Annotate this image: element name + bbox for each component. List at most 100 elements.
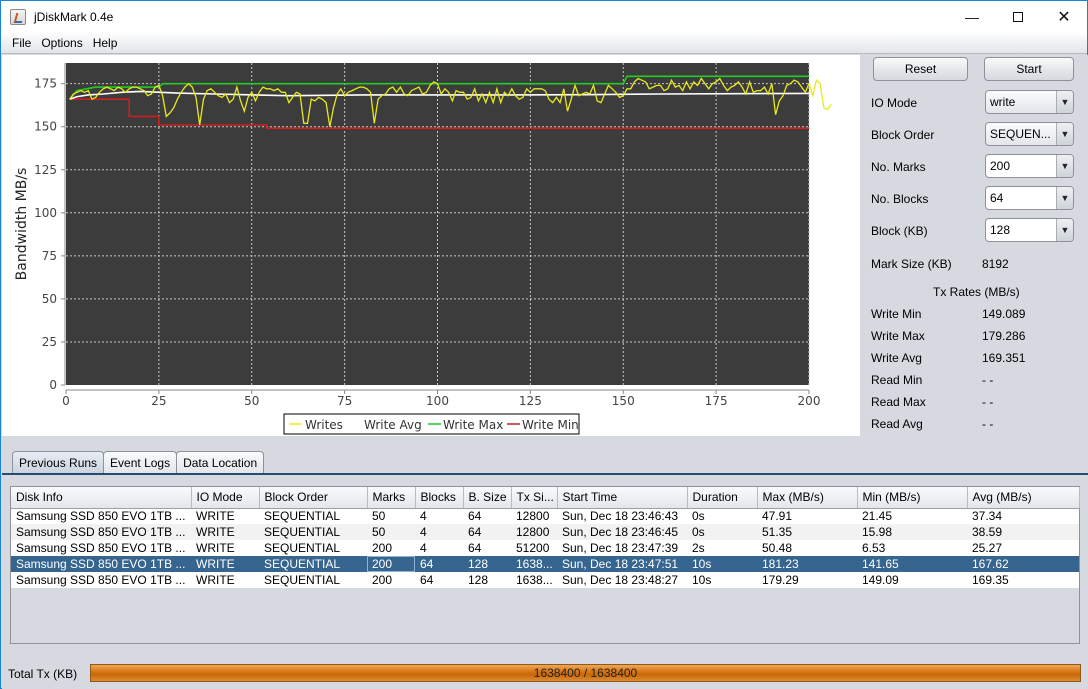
cell-tx-size: 51200 bbox=[511, 540, 557, 556]
col-tx-size[interactable]: Tx Si... bbox=[511, 487, 558, 509]
cell-min: 141.65 bbox=[857, 556, 967, 572]
read-avg-value: - - bbox=[982, 417, 994, 431]
cell-max: 47.91 bbox=[757, 508, 857, 524]
cell-marks: 200 bbox=[367, 556, 415, 572]
menu-options[interactable]: Options bbox=[36, 36, 87, 50]
cell-block-order: SEQUENTIAL bbox=[259, 556, 367, 572]
cell-avg: 167.62 bbox=[967, 556, 1079, 572]
cell-block-size: 64 bbox=[463, 540, 511, 556]
app-window: jDiskMark 0.4e — ✕ File Options Help 0 25… bbox=[0, 0, 1088, 689]
control-panel: Reset Start IO Mode write ▼ Block Order … bbox=[861, 55, 1088, 436]
no-blocks-value: 64 bbox=[990, 191, 1004, 205]
bottom-panel: Previous Runs Event Logs Data Location D… bbox=[2, 436, 1088, 689]
block-order-select[interactable]: SEQUEN... ▼ bbox=[985, 122, 1074, 146]
block-kb-select[interactable]: 128 ▼ bbox=[985, 218, 1074, 242]
col-max[interactable]: Max (MB/s) bbox=[757, 487, 858, 509]
io-mode-label: IO Mode bbox=[871, 96, 918, 110]
cell-blocks: 64 bbox=[415, 556, 463, 572]
x-tick-label: 50 bbox=[244, 394, 259, 408]
x-tick-label: 150 bbox=[612, 394, 635, 408]
tab-bar: Previous Runs Event Logs Data Location bbox=[12, 451, 265, 474]
cell-max: 50.48 bbox=[757, 540, 857, 556]
legend-avg: Write Avg bbox=[364, 418, 422, 432]
no-marks-select[interactable]: 200 ▼ bbox=[985, 154, 1074, 178]
start-button[interactable]: Start bbox=[984, 57, 1074, 81]
col-blocks[interactable]: Blocks bbox=[415, 487, 464, 509]
table-row[interactable]: Samsung SSD 850 EVO 1TB ... WRITE SEQUENTI… bbox=[11, 540, 1079, 556]
maximize-icon bbox=[1013, 11, 1023, 22]
cell-block-size: 128 bbox=[463, 572, 511, 588]
legend: Writes Write Avg Write Max Write Min bbox=[283, 413, 580, 435]
io-mode-select[interactable]: write ▼ bbox=[985, 90, 1074, 114]
y-axis-label: Bandwidth MB/s bbox=[14, 168, 30, 281]
close-button[interactable]: ✕ bbox=[1041, 1, 1087, 32]
cell-marks: 50 bbox=[367, 508, 415, 524]
mark-size-label: Mark Size (KB) bbox=[871, 257, 952, 271]
tab-data-location[interactable]: Data Location bbox=[176, 451, 265, 474]
table-row[interactable]: Samsung SSD 850 EVO 1TB ... WRITE SEQUENTI… bbox=[11, 572, 1079, 588]
cell-tx-size: 12800 bbox=[511, 508, 557, 524]
col-min[interactable]: Min (MB/s) bbox=[857, 487, 968, 509]
cell-disk-info: Samsung SSD 850 EVO 1TB ... bbox=[11, 508, 191, 524]
x-tick-label: 100 bbox=[426, 394, 449, 408]
y-tick-label: 175 bbox=[34, 77, 57, 91]
table-row[interactable]: Samsung SSD 850 EVO 1TB ... WRITE SEQUENTI… bbox=[11, 508, 1079, 524]
reset-button[interactable]: Reset bbox=[873, 57, 968, 81]
col-block-order[interactable]: Block Order bbox=[259, 487, 368, 509]
chevron-down-icon: ▼ bbox=[1056, 91, 1073, 113]
chevron-down-icon: ▼ bbox=[1056, 155, 1073, 177]
cell-marks: 200 bbox=[367, 540, 415, 556]
cell-block-size: 64 bbox=[463, 524, 511, 540]
minimize-button[interactable]: — bbox=[949, 1, 995, 32]
col-block-size[interactable]: B. Size bbox=[463, 487, 512, 509]
chart-svg: 0 25 50 75 100 125 150 175 200 0 25 50 75 100 125 150 17… bbox=[14, 63, 832, 435]
col-avg[interactable]: Avg (MB/s) bbox=[967, 487, 1080, 509]
cell-block-order: SEQUENTIAL bbox=[259, 572, 367, 588]
read-min-label: Read Min bbox=[871, 373, 923, 387]
write-avg-value: 169.351 bbox=[982, 351, 1026, 365]
cell-io-mode: WRITE bbox=[191, 540, 259, 556]
table-row[interactable]: Samsung SSD 850 EVO 1TB ... WRITE SEQUENTI… bbox=[11, 524, 1079, 540]
cell-disk-info: Samsung SSD 850 EVO 1TB ... bbox=[11, 572, 191, 588]
cell-duration: 10s bbox=[687, 556, 757, 572]
no-blocks-label: No. Blocks bbox=[871, 192, 929, 206]
tab-previous-runs[interactable]: Previous Runs bbox=[12, 451, 105, 474]
progress-text: 1638400 / 1638400 bbox=[533, 666, 638, 680]
no-blocks-select[interactable]: 64 ▼ bbox=[985, 186, 1074, 210]
cell-max: 181.23 bbox=[757, 556, 857, 572]
table-row[interactable]: Samsung SSD 850 EVO 1TB ... WRITE SEQUENTI… bbox=[11, 556, 1079, 572]
cell-io-mode: WRITE bbox=[191, 572, 259, 588]
menu-file[interactable]: File bbox=[7, 36, 36, 50]
cell-duration: 2s bbox=[687, 540, 757, 556]
tx-rates-title: Tx Rates (MB/s) bbox=[933, 285, 1020, 299]
tab-divider bbox=[2, 473, 1088, 475]
minimize-icon: — bbox=[965, 8, 979, 25]
cell-min: 149.09 bbox=[857, 572, 967, 588]
cell-duration: 0s bbox=[687, 524, 757, 540]
write-max-value: 179.286 bbox=[982, 329, 1026, 343]
y-tick-label: 25 bbox=[42, 335, 57, 349]
read-avg-label: Read Avg bbox=[871, 417, 923, 431]
maximize-button[interactable] bbox=[995, 1, 1041, 32]
y-tick-label: 75 bbox=[42, 249, 57, 263]
no-marks-label: No. Marks bbox=[871, 160, 926, 174]
write-min-label: Write Min bbox=[871, 307, 922, 321]
mark-size-value: 8192 bbox=[982, 257, 1009, 271]
cell-start-time: Sun, Dec 18 23:46:43 bbox=[557, 508, 687, 524]
read-max-value: - - bbox=[982, 395, 994, 409]
chevron-down-icon: ▼ bbox=[1056, 187, 1073, 209]
x-tick-label: 175 bbox=[705, 394, 728, 408]
cell-avg: 25.27 bbox=[967, 540, 1079, 556]
tab-event-logs[interactable]: Event Logs bbox=[103, 451, 178, 474]
menu-help[interactable]: Help bbox=[88, 36, 123, 50]
col-io-mode[interactable]: IO Mode bbox=[191, 487, 260, 509]
window-title: jDiskMark 0.4e bbox=[34, 9, 114, 24]
col-duration[interactable]: Duration bbox=[687, 487, 758, 509]
col-start-time[interactable]: Start Time bbox=[557, 487, 688, 509]
cell-start-time: Sun, Dec 18 23:47:51 bbox=[557, 556, 687, 572]
col-disk-info[interactable]: Disk Info bbox=[11, 487, 192, 509]
cell-min: 15.98 bbox=[857, 524, 967, 540]
col-marks[interactable]: Marks bbox=[367, 487, 416, 509]
chevron-down-icon: ▼ bbox=[1056, 123, 1073, 145]
total-tx-label: Total Tx (KB) bbox=[8, 667, 78, 681]
